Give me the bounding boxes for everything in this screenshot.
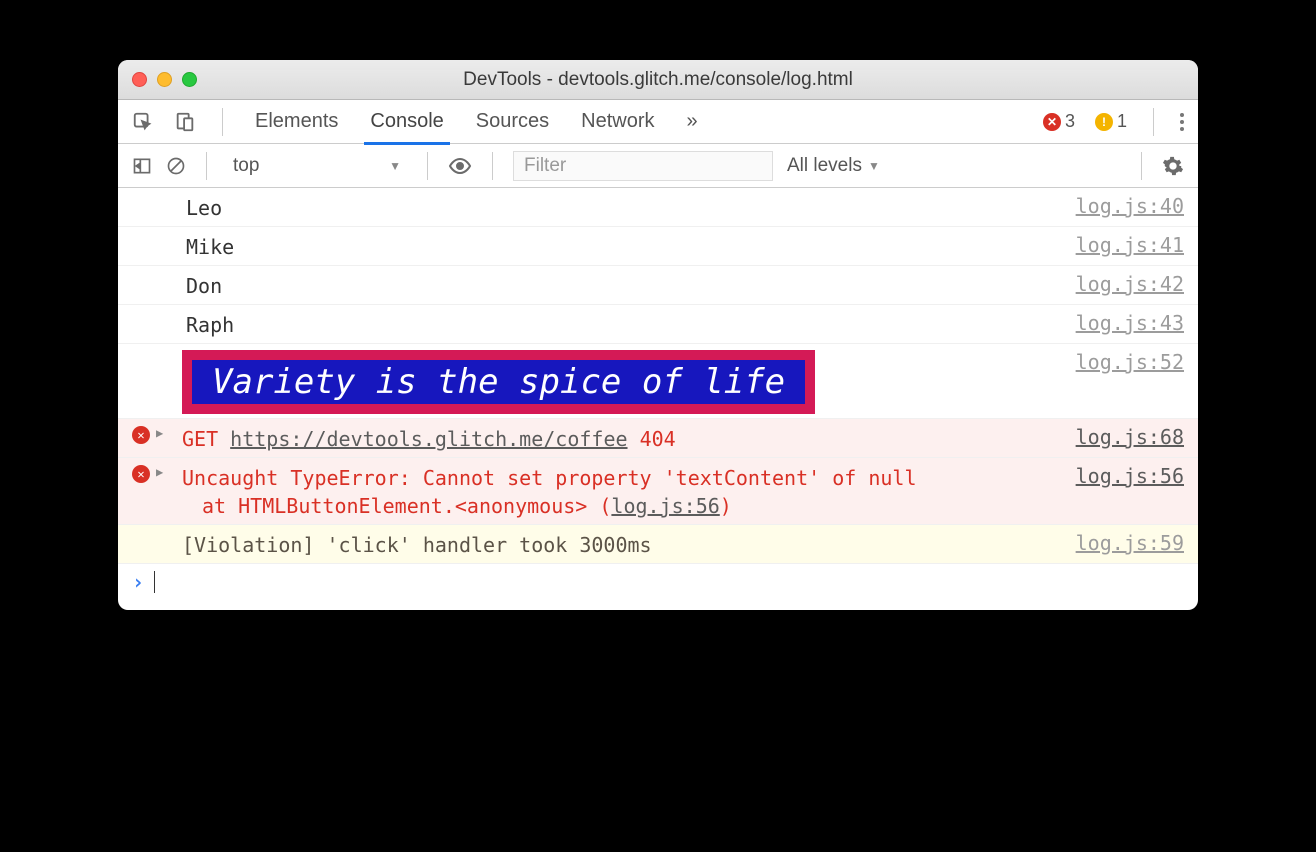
filter-input[interactable]: [513, 151, 773, 181]
source-link[interactable]: log.js:42: [1076, 270, 1184, 296]
context-value: top: [233, 155, 259, 177]
source-link[interactable]: log.js:40: [1076, 192, 1184, 218]
divider: [1153, 108, 1154, 136]
disclosure-triangle-icon[interactable]: ▶: [156, 426, 163, 440]
chevron-down-icon: ▼: [389, 159, 401, 173]
gear-icon[interactable]: [1162, 155, 1184, 177]
clear-console-icon[interactable]: [166, 156, 186, 176]
error-headline: Uncaught TypeError: Cannot set property …: [182, 466, 917, 490]
tab-network[interactable]: Network: [575, 110, 660, 133]
error-count: 3: [1065, 111, 1075, 132]
device-toggle-icon[interactable]: [174, 111, 196, 133]
log-text: Don: [182, 270, 1076, 300]
error-icon: ✕: [132, 426, 150, 444]
console-row[interactable]: Don log.js:42: [118, 266, 1198, 305]
console-row-styled[interactable]: Variety is the spice of life log.js:52: [118, 344, 1198, 419]
source-link[interactable]: log.js:43: [1076, 309, 1184, 335]
divider: [222, 108, 223, 136]
styled-log-text: Variety is the spice of life: [182, 350, 815, 414]
stack-prefix: at HTMLButtonElement.<anonymous> (: [202, 494, 611, 518]
more-menu-icon[interactable]: [1180, 113, 1184, 131]
error-icon: ✕: [1043, 113, 1061, 131]
panel-tabs: Elements Console Sources Network » ✕ 3 !…: [118, 100, 1198, 144]
levels-label: All levels: [787, 155, 862, 177]
console-row[interactable]: Raph log.js:43: [118, 305, 1198, 344]
divider: [492, 152, 493, 180]
error-count-badge[interactable]: ✕ 3: [1043, 111, 1075, 132]
tab-sources[interactable]: Sources: [470, 110, 555, 133]
log-text: Mike: [182, 231, 1076, 261]
chevron-down-icon: ▼: [868, 159, 880, 173]
prompt-chevron-icon: ›: [132, 570, 144, 594]
http-method: GET: [182, 427, 218, 451]
console-row-violation[interactable]: [Violation] 'click' handler took 3000ms …: [118, 525, 1198, 564]
devtools-window: DevTools - devtools.glitch.me/console/lo…: [118, 60, 1198, 610]
violation-text: [Violation] 'click' handler took 3000ms: [182, 529, 1076, 559]
context-selector[interactable]: top ▼: [227, 155, 407, 177]
console-row[interactable]: Mike log.js:41: [118, 227, 1198, 266]
source-link[interactable]: log.js:56: [1076, 462, 1184, 488]
console-messages: Leo log.js:40 Mike log.js:41 Don log.js:…: [118, 188, 1198, 610]
window-title: DevTools - devtools.glitch.me/console/lo…: [118, 69, 1198, 91]
divider: [206, 152, 207, 180]
sidebar-toggle-icon[interactable]: [132, 156, 152, 176]
console-prompt[interactable]: ›: [118, 564, 1198, 610]
source-link[interactable]: log.js:68: [1076, 423, 1184, 449]
stack-suffix: ): [720, 494, 732, 518]
tab-console[interactable]: Console: [364, 110, 449, 145]
log-text: Raph: [182, 309, 1076, 339]
inspect-icon[interactable]: [132, 111, 154, 133]
tab-elements[interactable]: Elements: [249, 110, 344, 133]
log-text: Leo: [182, 192, 1076, 222]
cursor: [154, 571, 155, 593]
eye-icon[interactable]: [448, 154, 472, 178]
http-status: 404: [640, 427, 676, 451]
source-link[interactable]: log.js:59: [1076, 529, 1184, 555]
disclosure-triangle-icon[interactable]: ▶: [156, 465, 163, 479]
warning-count: 1: [1117, 111, 1127, 132]
tabs-overflow[interactable]: »: [681, 110, 704, 133]
divider: [1141, 152, 1142, 180]
console-row-error[interactable]: ✕ ▶ GET https://devtools.glitch.me/coffe…: [118, 419, 1198, 458]
levels-selector[interactable]: All levels ▼: [787, 155, 880, 177]
console-row-error[interactable]: ✕ ▶ Uncaught TypeError: Cannot set prope…: [118, 458, 1198, 525]
source-link[interactable]: log.js:52: [1076, 348, 1184, 374]
warning-count-badge[interactable]: ! 1: [1095, 111, 1127, 132]
request-url[interactable]: https://devtools.glitch.me/coffee: [230, 427, 627, 451]
titlebar: DevTools - devtools.glitch.me/console/lo…: [118, 60, 1198, 100]
console-row[interactable]: Leo log.js:40: [118, 188, 1198, 227]
source-link[interactable]: log.js:41: [1076, 231, 1184, 257]
error-icon: ✕: [132, 465, 150, 483]
stack-link[interactable]: log.js:56: [611, 494, 719, 518]
console-toolbar: top ▼ All levels ▼: [118, 144, 1198, 188]
warning-icon: !: [1095, 113, 1113, 131]
divider: [427, 152, 428, 180]
